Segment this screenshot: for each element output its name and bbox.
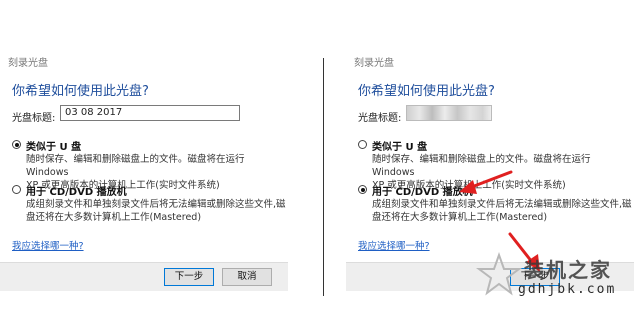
usb-option-label[interactable]: 类似于 U 盘 [26, 138, 81, 153]
usb-option-radio[interactable] [358, 140, 367, 149]
disc-title-label: 光盘标题: [12, 113, 56, 124]
dialog-heading: 你希望如何使用此光盘? [358, 84, 495, 99]
red-arrow-to-cd-option-icon [459, 170, 513, 194]
disc-title-label: 光盘标题: [358, 113, 402, 124]
dialog-title: 刻录光盘 [8, 58, 48, 69]
dialog-footer: 下一步 取消 [0, 262, 288, 291]
cd-dvd-option-radio[interactable] [12, 185, 21, 194]
disc-title-input-redacted[interactable] [406, 105, 492, 121]
watermark-url: gdhjbk.com [518, 282, 617, 297]
cd-desc-line1: 成组刻录文件和单独刻录文件后将无法编辑或删除这些文件,磁 [26, 199, 286, 210]
cd-desc-line2: 盘还将在大多数计算机上工作(Mastered) [372, 212, 548, 223]
watermark: 装机之家 gdhjbk.com [476, 250, 640, 311]
help-link[interactable]: 我应选择哪一种? [12, 238, 84, 252]
disc-title-input[interactable]: 03 08 2017 [60, 105, 240, 121]
help-link[interactable]: 我应选择哪一种? [358, 238, 430, 252]
cd-dvd-option-description: 成组刻录文件和单独刻录文件后将无法编辑或删除这些文件,磁 盘还将在大多数计算机上… [372, 198, 632, 224]
star-logo-icon [476, 252, 522, 296]
cd-desc-line2: 盘还将在大多数计算机上工作(Mastered) [26, 212, 202, 223]
image-separator [323, 58, 324, 296]
cd-dvd-option-description: 成组刻录文件和单独刻录文件后将无法编辑或删除这些文件,磁 盘还将在大多数计算机上… [26, 198, 286, 224]
usb-option-radio[interactable] [12, 140, 21, 149]
next-button[interactable]: 下一步 [164, 268, 214, 286]
dialog-title: 刻录光盘 [354, 58, 394, 69]
usb-desc-line1: 随时保存、编辑和删除磁盘上的文件。磁盘将在运行 Windows [26, 154, 245, 178]
watermark-title: 装机之家 [524, 258, 612, 282]
usb-option-label[interactable]: 类似于 U 盘 [372, 138, 427, 153]
cancel-button[interactable]: 取消 [222, 268, 272, 286]
cd-dvd-option-radio[interactable] [358, 185, 367, 194]
cd-desc-line1: 成组刻录文件和单独刻录文件后将无法编辑或删除这些文件,磁 [372, 199, 632, 210]
dialog-heading: 你希望如何使用此光盘? [12, 84, 149, 99]
cd-dvd-option-label[interactable]: 用于 CD/DVD 播放机 [26, 183, 127, 198]
burn-disc-dialog-left: 刻录光盘 你希望如何使用此光盘? 光盘标题: 03 08 2017 类似于 U … [0, 40, 288, 291]
